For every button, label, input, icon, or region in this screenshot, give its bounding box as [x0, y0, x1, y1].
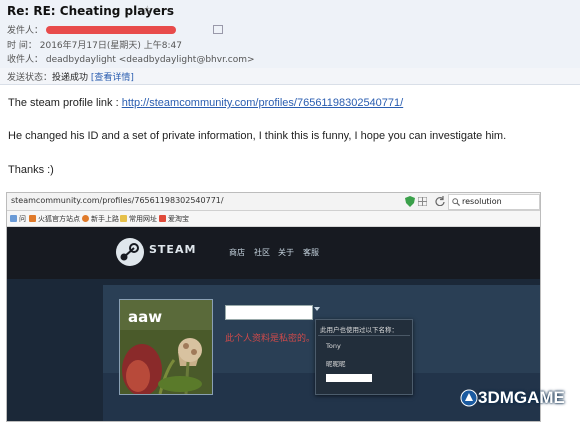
time-label: 时 间： [7, 41, 37, 51]
from-label: 发件人： [7, 26, 44, 36]
profile-link-line: The steam profile link : http://steamcom… [8, 97, 403, 109]
name-history-dropdown-arrow[interactable] [314, 307, 320, 311]
bookmark-item[interactable]: 爱淘宝 [159, 214, 189, 224]
popup-divider [318, 335, 410, 336]
message-text: He changed his ID and a set of private i… [8, 130, 507, 142]
url-text[interactable]: steamcommunity.com/profiles/765611983025… [11, 196, 224, 205]
name-history-popup: 此用户也使用过以下名称： Tony 昵昵昵 [315, 319, 413, 395]
watermark-text: 3DMGAME [478, 388, 565, 407]
to-label: 收件人： [7, 55, 44, 65]
link-prefix: The steam profile link : [8, 97, 122, 109]
from-line: 发件人： [7, 23, 223, 36]
status-label: 发送状态： [7, 73, 53, 83]
reload-icon[interactable] [435, 196, 445, 206]
folder-icon [10, 215, 17, 222]
time-line: 时 间： 2016年7月17日(星期天) 上午8:47 [7, 38, 182, 51]
bookmark-item[interactable]: 常用网址 [120, 214, 157, 224]
private-profile-notice: 此个人资料是私密的。 [225, 334, 316, 344]
steam-header [7, 227, 540, 279]
nav-store[interactable]: 商店 [229, 247, 245, 258]
to-line: 收件人： deadbydaylight <deadbydaylight@bhvr… [7, 52, 255, 65]
bookmark-item[interactable]: 火狐官方站点 [29, 214, 80, 224]
steam-logo-text[interactable]: STEAM [149, 243, 196, 256]
search-input[interactable]: resolution [448, 194, 540, 210]
shield-icon[interactable] [405, 196, 415, 207]
folder-icon [29, 215, 36, 222]
bookmark-item[interactable]: 问 [10, 214, 26, 224]
folder-icon [120, 215, 127, 222]
browser-url-bar: steamcommunity.com/profiles/765611983025… [7, 193, 540, 211]
firefox-icon [82, 215, 89, 222]
time-value: 2016年7月17日(星期天) 上午8:47 [39, 41, 182, 51]
search-value: resolution [462, 197, 502, 206]
redacted-former-name [326, 374, 372, 382]
former-name: 昵昵昵 [326, 360, 346, 368]
delivery-status: 发送状态：投递成功 [查看详情] [7, 70, 134, 83]
watermark-logo-icon [460, 389, 478, 407]
status-details-link[interactable]: [查看详情] [91, 73, 134, 83]
to-value[interactable]: deadbydaylight <deadbydaylight@bhvr.com> [46, 55, 255, 65]
redacted-sender [45, 26, 176, 34]
search-icon [452, 198, 460, 206]
popup-title: 此用户也使用过以下名称： [320, 326, 398, 334]
profile-avatar[interactable]: aaw [119, 299, 213, 395]
status-value: 投递成功 [52, 73, 89, 83]
thanks-text: Thanks :) [8, 164, 54, 176]
grid-icon[interactable] [418, 197, 427, 206]
star-outline-icon[interactable]: ☆ [142, 3, 153, 17]
avatar-text: aaw [128, 308, 163, 326]
former-name: Tony [326, 342, 341, 350]
contact-card-icon[interactable] [212, 25, 223, 34]
taobao-icon [159, 215, 166, 222]
nav-about[interactable]: 关于 [278, 247, 294, 258]
embedded-screenshot: steamcommunity.com/profiles/765611983025… [6, 192, 541, 422]
nav-support[interactable]: 客服 [303, 247, 319, 258]
bookmark-item[interactable]: 新手上路 [82, 214, 119, 224]
profile-link[interactable]: http://steamcommunity.com/profiles/76561… [122, 97, 403, 109]
nav-community[interactable]: 社区 [254, 247, 270, 258]
bookmarks-bar: 问 火狐官方站点 新手上路 常用网址 爱淘宝 [7, 211, 540, 227]
steam-logo-icon[interactable] [115, 237, 145, 267]
redacted-profile-name [225, 305, 313, 320]
